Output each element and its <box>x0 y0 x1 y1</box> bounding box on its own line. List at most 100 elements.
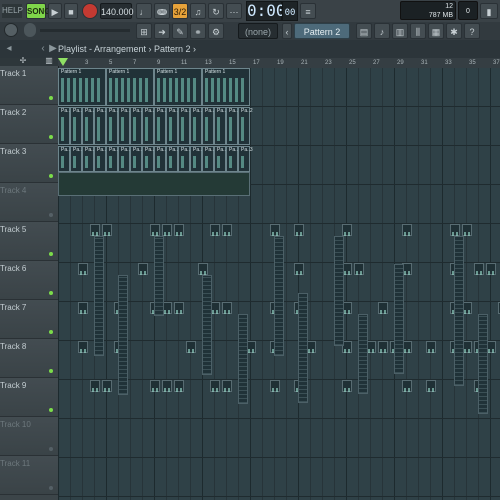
record-button[interactable] <box>82 3 98 19</box>
pattern-clip[interactable]: Pa..2 <box>238 107 253 145</box>
track-mute-led[interactable] <box>49 447 53 451</box>
playlist-icon[interactable]: ▤ <box>356 23 372 39</box>
output-icon[interactable]: ▮ <box>480 3 498 19</box>
mode-select[interactable]: (none) <box>238 23 278 39</box>
pattern-block[interactable] <box>138 263 148 275</box>
pattern-clip[interactable]: Pa..3 <box>190 146 205 172</box>
time-display[interactable]: 0:00 <box>246 1 286 21</box>
pattern-clip[interactable]: Pa..2 <box>70 107 85 145</box>
track-header[interactable]: Track 7 <box>0 300 58 339</box>
tempo-display[interactable]: 140.000 <box>100 3 134 19</box>
link-icon[interactable]: ⚭ <box>190 23 206 39</box>
track-header[interactable]: Track 5 <box>0 222 58 261</box>
track-mute-led[interactable] <box>49 96 53 100</box>
play-button[interactable]: ▶ <box>48 3 62 19</box>
track-mute-led[interactable] <box>49 408 53 412</box>
track-header[interactable]: Track 9 <box>0 378 58 417</box>
track-header[interactable]: Track 4 <box>0 183 58 222</box>
countdown-button[interactable]: 3/2 <box>172 3 188 19</box>
pattern-block[interactable] <box>174 224 184 236</box>
pattern-clip[interactable]: Pa..3 <box>82 146 97 172</box>
pattern-block[interactable] <box>102 224 112 236</box>
playlist-grid[interactable]: Pattern 1 Pattern 1 Pattern 1 Pattern 1 Pa..… <box>58 68 500 500</box>
pattern-clip[interactable]: Pa..2 <box>106 107 121 145</box>
pattern-clip[interactable] <box>58 172 250 196</box>
pattern-clip[interactable]: Pattern 1 <box>106 68 154 106</box>
pattern-clip[interactable]: Pa..2 <box>214 107 229 145</box>
pattern-clip[interactable]: Pa..3 <box>58 146 73 172</box>
pattern-clip[interactable]: Pa..3 <box>214 146 229 172</box>
pattern-block[interactable] <box>294 263 304 275</box>
track-header[interactable]: Track 3 <box>0 144 58 183</box>
track-mute-led[interactable] <box>49 369 53 373</box>
track-header[interactable]: Track 2 <box>0 105 58 144</box>
automation-hatch[interactable] <box>358 314 368 394</box>
track-header[interactable]: Track 6 <box>0 261 58 300</box>
fx-icon[interactable]: ⚙ <box>208 23 224 39</box>
blend-notes-icon[interactable]: ♫ <box>190 3 206 19</box>
automation-hatch[interactable] <box>298 293 308 403</box>
automation-hatch[interactable] <box>154 236 164 316</box>
track-header[interactable]: Track 8 <box>0 339 58 378</box>
automation-hatch[interactable] <box>394 264 404 374</box>
pattern-block[interactable] <box>150 380 160 392</box>
pattern-clip[interactable]: Pa..2 <box>202 107 217 145</box>
pattern-block[interactable] <box>426 380 436 392</box>
playhead-marker[interactable] <box>58 58 68 66</box>
pattern-clip[interactable]: Pa..3 <box>154 146 169 172</box>
pattern-block[interactable] <box>210 224 220 236</box>
pattern-block[interactable] <box>222 224 232 236</box>
pattern-block[interactable] <box>450 224 460 236</box>
pattern-picker-icon[interactable]: ▥ <box>44 56 54 66</box>
magnet-icon[interactable]: ✢ <box>18 56 28 66</box>
pattern-block[interactable] <box>474 263 484 275</box>
track-mute-led[interactable] <box>49 174 53 178</box>
pattern-block[interactable] <box>78 263 88 275</box>
plugin-icon[interactable]: ✱ <box>446 23 462 39</box>
pattern-clip[interactable]: Pa..3 <box>226 146 241 172</box>
track-header[interactable]: Track 11 <box>0 456 58 495</box>
automation-hatch[interactable] <box>274 236 284 356</box>
pattern-block[interactable] <box>198 263 208 275</box>
pattern-clip[interactable]: Pa..3 <box>106 146 121 172</box>
pattern-clip[interactable]: Pattern 1 <box>202 68 250 106</box>
automation-hatch[interactable] <box>202 275 212 375</box>
track-mute-led[interactable] <box>49 291 53 295</box>
pattern-clip[interactable]: Pa..2 <box>154 107 169 145</box>
pattern-block[interactable] <box>426 341 436 353</box>
pattern-clip[interactable]: Pa..2 <box>94 107 109 145</box>
pattern-clip[interactable]: Pa..2 <box>82 107 97 145</box>
pattern-block[interactable] <box>462 224 472 236</box>
pattern-clip[interactable]: Pa..2 <box>58 107 73 145</box>
loop-record-icon[interactable]: ↻ <box>208 3 224 19</box>
pattern-clip[interactable]: Pa..3 <box>142 146 157 172</box>
help-icon[interactable]: ? <box>464 23 480 39</box>
browser-icon[interactable]: ▦ <box>428 23 444 39</box>
channel-rack-icon[interactable]: ▥ <box>392 23 408 39</box>
track-mute-led[interactable] <box>49 330 53 334</box>
pattern-block[interactable] <box>270 380 280 392</box>
pattern-clip[interactable]: Pa..2 <box>166 107 181 145</box>
pattern-clip[interactable]: Pa..3 <box>178 146 193 172</box>
step-edit-icon[interactable]: ⋯ <box>226 3 242 19</box>
settings-icon[interactable]: ≡ <box>300 3 316 19</box>
pattern-prev-icon[interactable]: ‹ <box>282 23 292 39</box>
pattern-clip[interactable]: Pa..2 <box>118 107 133 145</box>
automation-hatch[interactable] <box>94 236 104 356</box>
pattern-block[interactable] <box>150 224 160 236</box>
pattern-clip[interactable]: Pa..2 <box>226 107 241 145</box>
help-button[interactable]: HELP <box>2 4 23 18</box>
pattern-select[interactable]: Pattern 2 <box>294 23 350 39</box>
pattern-clip[interactable]: Pa..2 <box>130 107 145 145</box>
automation-hatch[interactable] <box>334 236 344 346</box>
pattern-block[interactable] <box>78 341 88 353</box>
pattern-block[interactable] <box>270 224 280 236</box>
wait-icon[interactable]: ↈ <box>154 3 170 19</box>
pattern-block[interactable] <box>378 341 388 353</box>
pattern-block[interactable] <box>174 302 184 314</box>
pattern-clip[interactable]: Pattern 1 <box>154 68 202 106</box>
track-mute-led[interactable] <box>49 252 53 256</box>
pattern-block[interactable] <box>222 380 232 392</box>
pattern-block[interactable] <box>102 380 112 392</box>
track-header[interactable]: Track 10 <box>0 417 58 456</box>
